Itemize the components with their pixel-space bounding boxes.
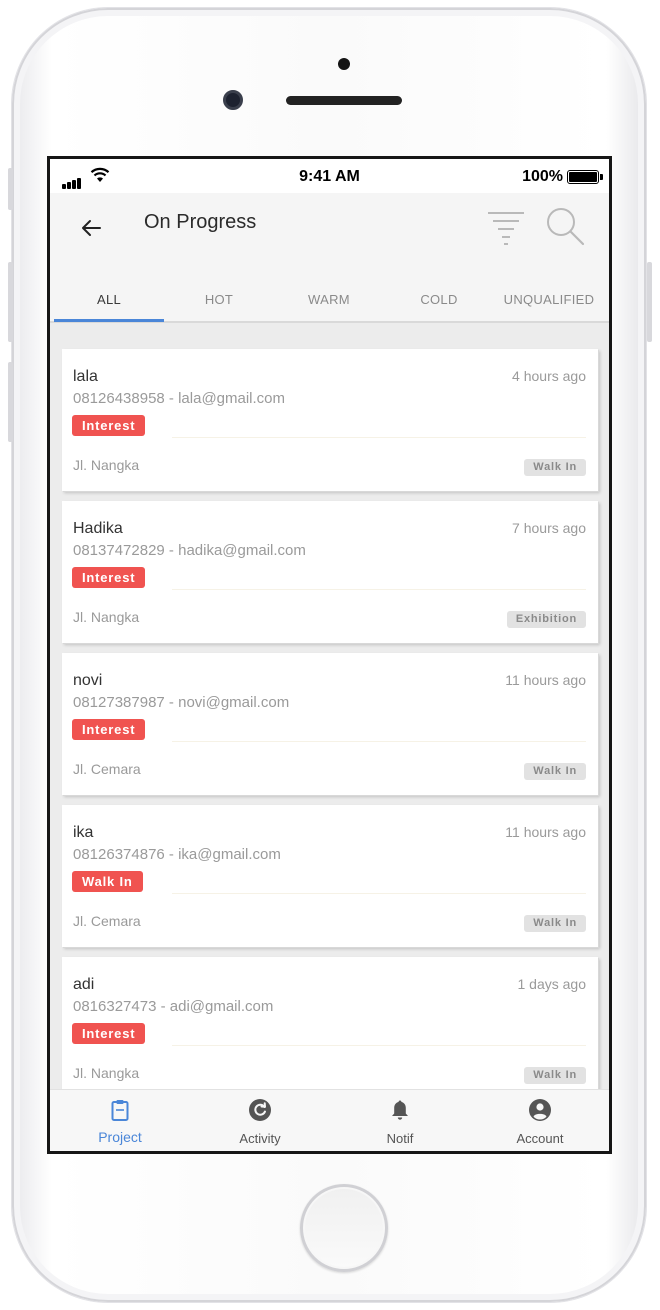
tab-unqualified[interactable]: UNQUALIFIED xyxy=(494,281,604,323)
status-bar: 9:41 AM 100% xyxy=(50,159,609,193)
lead-address: Jl. Nangka xyxy=(73,457,140,473)
lead-tabs: ALL HOT WARM COLD UNQUALIFIED xyxy=(50,281,609,323)
lead-name: ika xyxy=(73,824,94,841)
bottom-navigation: Project Activity Notif Account xyxy=(50,1089,609,1151)
card-divider xyxy=(172,437,586,438)
earpiece-speaker xyxy=(286,96,402,105)
lead-contact: 08137472829 - hadika@gmail.com xyxy=(73,542,306,559)
lead-card[interactable]: lala 4 hours ago 08126438958 - lala@gmai… xyxy=(62,349,598,491)
lead-name: novi xyxy=(73,672,103,689)
lead-contact: 0816327473 - adi@gmail.com xyxy=(73,998,274,1015)
search-icon[interactable] xyxy=(544,205,586,247)
app-screen: 9:41 AM 100% On Progress ALL HOT WARM CO… xyxy=(47,156,612,1154)
lead-contact: 08126374876 - ika@gmail.com xyxy=(73,846,281,863)
lead-card[interactable]: Hadika 7 hours ago 08137472829 - hadika@… xyxy=(62,501,598,643)
back-arrow-icon[interactable] xyxy=(76,213,106,243)
home-button[interactable] xyxy=(300,1184,388,1272)
lead-card[interactable]: novi 11 hours ago 08127387987 - novi@gma… xyxy=(62,653,598,795)
status-badge: Interest xyxy=(72,1023,146,1044)
card-divider xyxy=(172,589,586,590)
nav-notif[interactable]: Notif xyxy=(330,1090,470,1151)
lead-address: Jl. Cemara xyxy=(73,913,141,929)
lead-address: Jl. Nangka xyxy=(73,1065,140,1081)
front-camera xyxy=(223,90,243,110)
lead-address: Jl. Cemara xyxy=(73,761,141,777)
clipboard-icon xyxy=(111,1100,129,1121)
volume-up-button xyxy=(8,262,13,342)
lead-time: 4 hours ago xyxy=(512,368,586,384)
battery-tip xyxy=(600,174,603,180)
tab-all[interactable]: ALL xyxy=(54,281,164,323)
mute-switch xyxy=(8,168,13,210)
source-badge: Exhibition xyxy=(506,611,586,628)
lead-time: 11 hours ago xyxy=(505,672,586,688)
status-badge: Interest xyxy=(72,719,146,740)
sensor-dot xyxy=(338,58,350,70)
bell-icon xyxy=(392,1100,408,1120)
filter-icon[interactable] xyxy=(486,207,526,247)
source-badge: Walk In xyxy=(524,915,586,932)
card-divider xyxy=(172,893,586,894)
page-title: On Progress xyxy=(144,211,257,233)
nav-label: Project xyxy=(98,1129,142,1145)
lead-time: 11 hours ago xyxy=(505,824,586,840)
card-divider xyxy=(172,1045,586,1046)
lead-card[interactable]: ika 11 hours ago 08126374876 - ika@gmail… xyxy=(62,805,598,947)
tab-cold[interactable]: COLD xyxy=(384,281,494,323)
lead-card[interactable]: adi 1 days ago 0816327473 - adi@gmail.co… xyxy=(62,957,598,1089)
nav-label: Account xyxy=(516,1131,564,1146)
lead-name: adi xyxy=(73,976,95,993)
status-badge: Walk In xyxy=(72,871,143,892)
lead-address: Jl. Nangka xyxy=(73,609,140,625)
battery-icon xyxy=(567,170,599,184)
volume-down-button xyxy=(8,362,13,442)
account-circle-icon xyxy=(529,1099,551,1121)
source-badge: Walk In xyxy=(524,763,586,780)
tab-warm[interactable]: WARM xyxy=(274,281,384,323)
status-badge: Interest xyxy=(72,415,146,436)
lead-contact: 08127387987 - novi@gmail.com xyxy=(73,694,290,711)
active-tab-indicator xyxy=(54,319,164,322)
battery-percentage: 100% xyxy=(522,168,563,185)
tab-hot[interactable]: HOT xyxy=(164,281,274,323)
lead-name: lala xyxy=(73,368,98,385)
app-header: On Progress ALL HOT WARM COLD UNQUALIFIE… xyxy=(50,193,609,323)
nav-label: Activity xyxy=(239,1131,281,1146)
nav-account[interactable]: Account xyxy=(470,1090,609,1151)
source-badge: Walk In xyxy=(524,459,586,476)
lead-contact: 08126438958 - lala@gmail.com xyxy=(73,390,286,407)
status-badge: Interest xyxy=(72,567,146,588)
nav-project[interactable]: Project xyxy=(50,1090,190,1151)
power-button xyxy=(647,262,652,342)
card-divider xyxy=(172,741,586,742)
nav-label: Notif xyxy=(386,1131,414,1146)
lead-name: Hadika xyxy=(73,520,123,537)
source-badge: Walk In xyxy=(524,1067,586,1084)
lead-time: 7 hours ago xyxy=(512,520,586,536)
lead-time: 1 days ago xyxy=(517,976,587,992)
lead-list[interactable]: lala 4 hours ago 08126438958 - lala@gmai… xyxy=(50,323,609,1089)
refresh-circle-icon xyxy=(249,1099,271,1121)
nav-activity[interactable]: Activity xyxy=(190,1090,330,1151)
